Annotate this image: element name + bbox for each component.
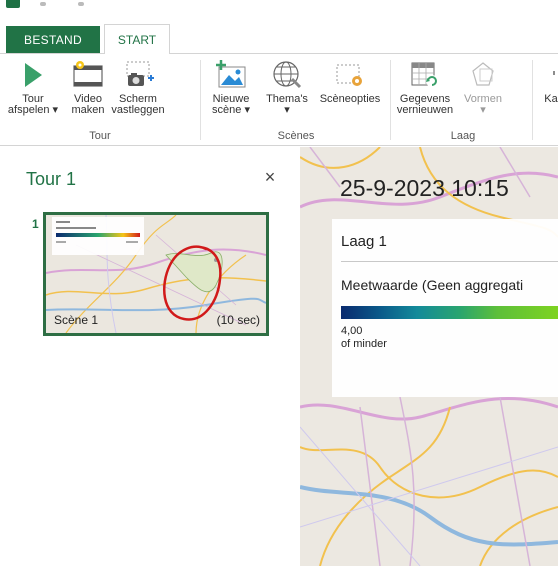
globe-icon [270,58,304,92]
make-video-button[interactable]: Video maken [66,58,110,126]
play-tour-label-2: afspelen ▾ [7,104,59,116]
group-separator [200,60,201,140]
quick-access-save-icon[interactable] [40,2,46,6]
title-bar [0,0,558,24]
make-video-label-2: maken [71,104,105,116]
capture-screen-label-2: vastleggen [111,104,165,116]
group-separator [390,60,391,140]
new-scene-label-2: scène ▾ [212,104,250,116]
scene-options-icon [333,58,367,92]
play-icon [16,58,50,92]
quick-access-undo-icon[interactable] [78,2,84,6]
ribbon: Tour afspelen ▾ Video maken Scherm vastl… [0,54,558,146]
legend-layer-name: Laag 1 [341,233,387,250]
map-legend[interactable]: Laag 1 Meetwaarde (Geen aggregati 4,00 o… [332,219,558,397]
video-film-icon [71,58,105,92]
ribbon-tabs: BESTAND START [0,24,558,55]
shapes-icon [466,58,500,92]
truncated-icon [538,58,558,92]
red-annotation-circle [163,245,222,321]
truncated-button-label: Ka [544,93,558,105]
legend-min-value: 4,00 [341,325,363,337]
excel-app-icon [6,0,20,8]
group-label-scenes: Scènes [277,130,315,142]
new-scene-icon [214,58,248,92]
group-label-tour: Tour [89,130,111,142]
scene-label: Scène 1 [54,313,99,327]
group-label-layer: Laag [450,130,476,142]
shapes-label-2: ▾ [480,104,486,116]
refresh-data-button[interactable]: Gegevens vernieuwen [394,58,456,126]
map-button-truncated[interactable]: Ka [538,58,558,126]
group-separator [532,60,533,140]
map-view[interactable]: 25-9-2023 10:15 Laag 1 Meetwaarde (Geen … [300,147,558,566]
capture-screen-button[interactable]: Scherm vastleggen [110,58,166,126]
themes-button[interactable]: Thema's ▾ [262,58,312,126]
legend-min-caption: of minder [341,338,387,350]
scene-options-label: Scèneopties [319,93,381,105]
mini-legend-graphic [56,221,140,243]
tab-file[interactable]: BESTAND [6,26,100,53]
shapes-button[interactable]: Vormen ▾ [458,58,508,126]
refresh-table-icon [408,58,442,92]
refresh-data-label-2: vernieuwen [396,104,454,116]
camera-icon [121,58,155,92]
map-timestamp: 25-9-2023 10:15 [340,175,509,201]
scene-mini-legend [52,217,144,255]
scene-number: 1 [32,217,39,231]
tour-title: Tour 1 [26,169,77,189]
new-scene-button[interactable]: Nieuwe scène ▾ [204,58,258,126]
tab-home[interactable]: START [104,24,170,55]
legend-color-scale [341,306,558,319]
play-tour-button[interactable]: Tour afspelen ▾ [0,58,66,126]
legend-measure-label: Meetwaarde (Geen aggregati [341,277,524,293]
legend-divider [341,261,558,262]
close-icon[interactable]: × [262,167,278,187]
tour-pane: Tour 1 × 1 Scène 1 (10 sec) [0,147,300,566]
scene-options-button[interactable]: Scèneopties [314,58,386,126]
themes-label-2: ▾ [284,104,290,116]
